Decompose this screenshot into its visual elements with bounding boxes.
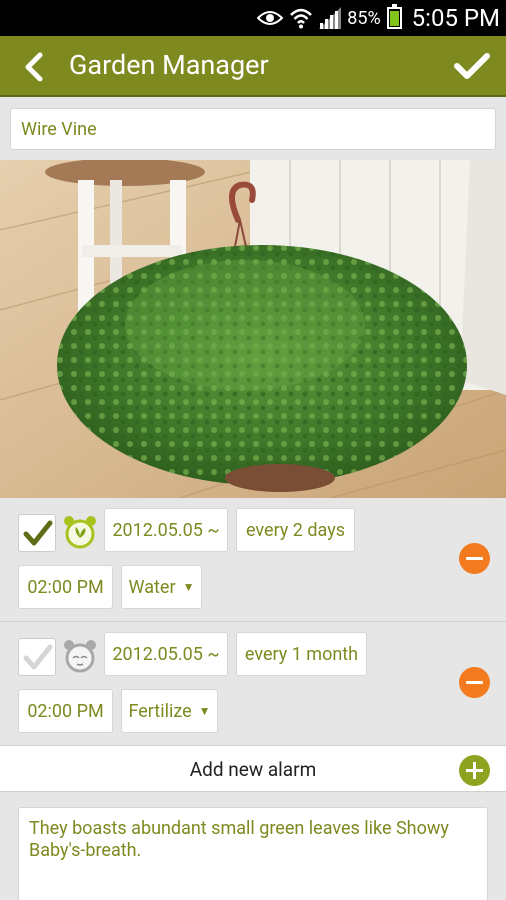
- clock: 5:05 PM: [411, 4, 500, 32]
- battery-percent: 85%: [347, 7, 381, 29]
- alarm-task-label: Water: [128, 576, 176, 598]
- dropdown-caret-icon: ▼: [182, 580, 195, 594]
- alarm-repeat-interval[interactable]: every 2 days: [236, 508, 355, 552]
- page-title: Garden Manager: [69, 49, 269, 81]
- battery-icon: [386, 4, 402, 29]
- remove-alarm-button[interactable]: [459, 543, 490, 574]
- alarm-task-label: Fertilize: [128, 700, 192, 722]
- plant-notes-textarea[interactable]: They boasts abundant small green leaves …: [18, 807, 488, 900]
- plant-name-input[interactable]: Wire Vine: [10, 108, 496, 150]
- alarm-item: 2012.05.05 ~ every 1 month 02:00 PM Fert…: [0, 622, 506, 746]
- signal-icon: [319, 7, 342, 29]
- alarm-task-dropdown[interactable]: Fertilize ▼: [121, 689, 218, 733]
- alarm-time-label: 02:00 PM: [27, 576, 104, 598]
- eye-icon: [257, 11, 284, 25]
- alarm-clock-active-icon[interactable]: [62, 514, 98, 550]
- remove-alarm-button[interactable]: [459, 667, 490, 698]
- action-bar: Garden Manager: [0, 36, 506, 97]
- alarm-enable-checkbox[interactable]: [18, 638, 56, 676]
- checkmark-icon: [23, 520, 53, 546]
- alarm-item: 2012.05.05 ~ every 2 days 02:00 PM Water…: [0, 498, 506, 622]
- checkmark-icon[interactable]: [452, 48, 492, 84]
- alarm-time[interactable]: 02:00 PM: [18, 565, 113, 609]
- alarm-task-dropdown[interactable]: Water ▼: [121, 565, 202, 609]
- alarm-repeat-interval[interactable]: every 1 month: [236, 632, 367, 676]
- alarm-enable-checkbox[interactable]: [18, 514, 56, 552]
- wifi-icon: [290, 8, 313, 29]
- potted-plant-photo[interactable]: [0, 160, 506, 498]
- alarm-start-date[interactable]: 2012.05.05 ~: [104, 632, 228, 676]
- checkmark-icon: [23, 644, 53, 670]
- alarm-time-label: 02:00 PM: [27, 700, 104, 722]
- alarm-clock-inactive-icon[interactable]: [62, 638, 98, 674]
- alarm-start-date[interactable]: 2012.05.05 ~: [104, 508, 228, 552]
- alarm-time[interactable]: 02:00 PM: [18, 689, 113, 733]
- add-alarm-button[interactable]: [459, 755, 490, 786]
- status-bar: 85% 5:05 PM: [0, 0, 506, 36]
- add-alarm-label: Add new alarm: [189, 758, 317, 781]
- chevron-left-icon[interactable]: [16, 50, 52, 84]
- dropdown-caret-icon: ▼: [198, 704, 211, 718]
- add-alarm-row[interactable]: Add new alarm: [0, 746, 506, 792]
